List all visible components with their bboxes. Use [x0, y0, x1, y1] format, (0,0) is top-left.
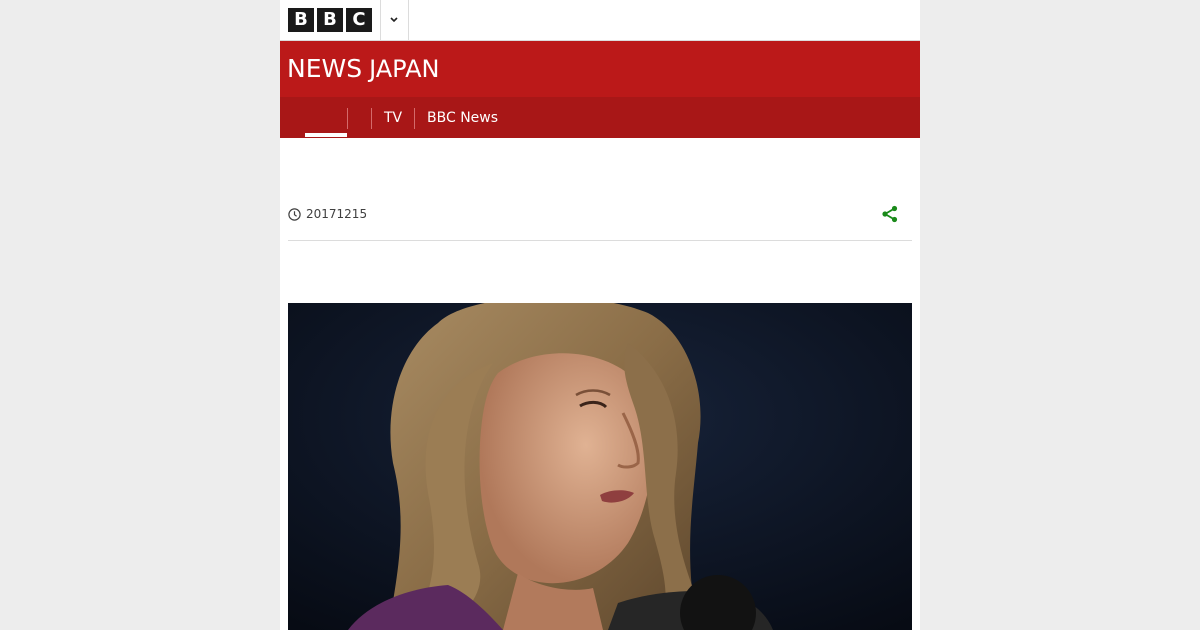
chevron-down-icon: [390, 17, 398, 23]
clock-icon: [288, 207, 301, 221]
meta-divider: [288, 240, 912, 241]
nav-separator: [414, 108, 415, 129]
article-hero-image: [288, 303, 912, 630]
portrait-photo: [288, 303, 912, 630]
article-meta: 20171215: [288, 204, 367, 224]
bbc-logo-letter: B: [317, 8, 343, 32]
bbc-logo-letter: C: [346, 8, 372, 32]
nav-item-label: BBC News: [427, 109, 499, 126]
page: B B C NEWS JAPAN TV BBC News 20171215: [280, 0, 920, 630]
bbc-logo-letter: B: [288, 8, 314, 32]
topbar-divider: [408, 0, 409, 40]
nav-item-label: TV: [384, 109, 403, 126]
more-menu-button[interactable]: [380, 0, 408, 40]
nav-item-section[interactable]: [348, 97, 370, 138]
share-button[interactable]: [880, 204, 900, 224]
section-nav: TV BBC News: [280, 97, 920, 138]
nav-item-tv[interactable]: TV: [384, 97, 402, 138]
bbc-logo[interactable]: B B C: [288, 8, 372, 32]
nav-item-home[interactable]: [305, 97, 347, 138]
share-icon: [882, 205, 898, 223]
news-japan-brand[interactable]: NEWS JAPAN: [287, 54, 440, 84]
nav-item-bbc-news[interactable]: BBC News: [427, 97, 498, 138]
brand-news-label: NEWS: [287, 54, 363, 83]
news-masthead: NEWS JAPAN: [280, 41, 920, 97]
bbc-top-bar: B B C: [280, 0, 920, 41]
brand-region-label: JAPAN: [369, 55, 440, 83]
nav-active-indicator: [305, 133, 347, 137]
article-date: 20171215: [306, 207, 368, 221]
nav-separator: [371, 108, 372, 129]
